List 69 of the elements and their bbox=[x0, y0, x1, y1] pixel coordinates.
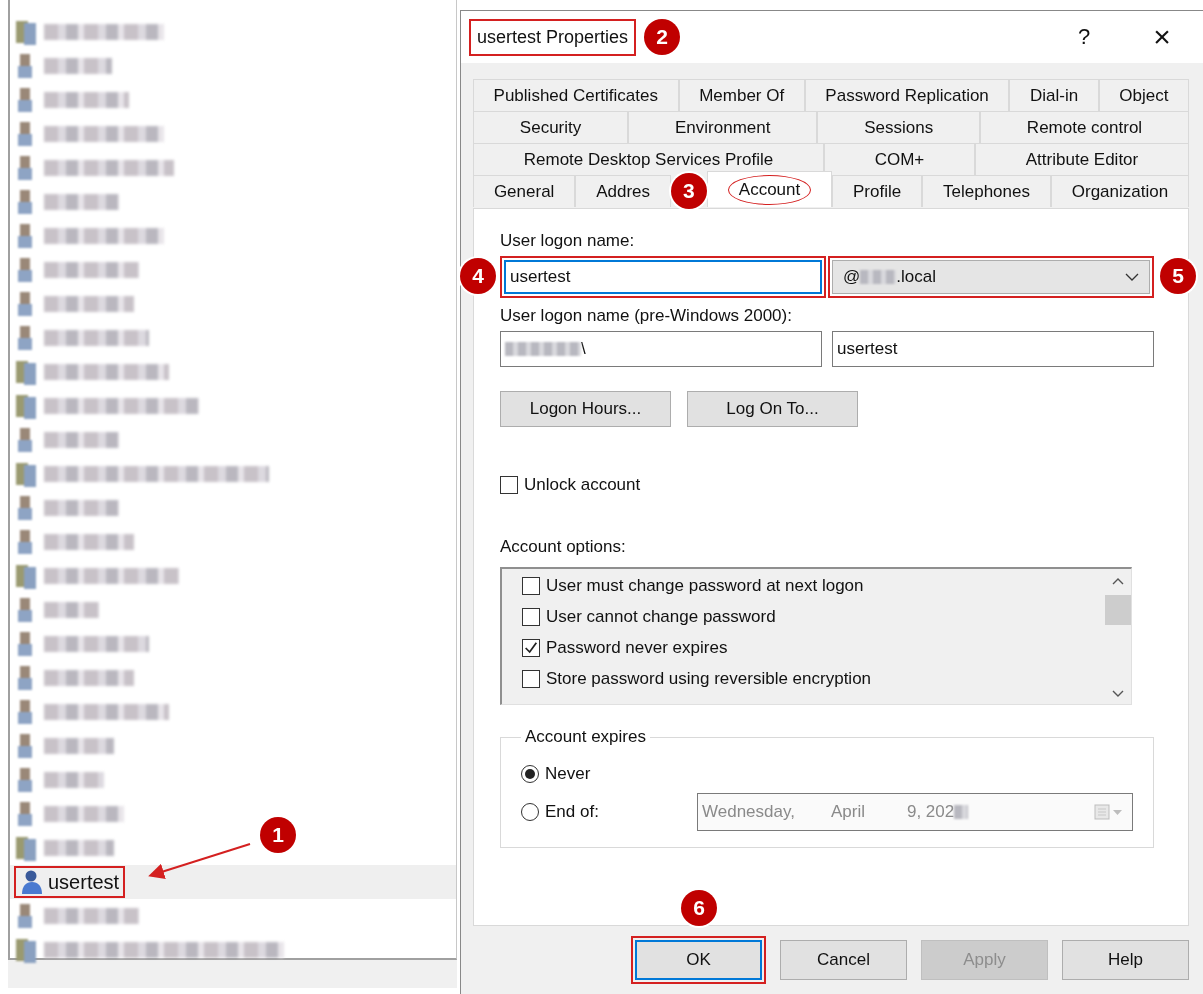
dialog-button[interactable]: Help bbox=[1062, 940, 1189, 980]
tab[interactable]: Addres bbox=[575, 175, 671, 207]
window-title: usertest Properties bbox=[477, 26, 629, 47]
help-button[interactable]: ? bbox=[1049, 14, 1119, 60]
step-badge: 5 bbox=[1160, 258, 1196, 294]
checkbox[interactable] bbox=[522, 608, 540, 626]
close-button[interactable]: × bbox=[1127, 14, 1197, 60]
blurred-text bbox=[44, 602, 99, 618]
radio-label: Never bbox=[545, 764, 592, 784]
radio-button[interactable] bbox=[521, 803, 539, 821]
field-label: User logon name (pre-Windows 2000): bbox=[500, 306, 793, 326]
blurred-text bbox=[44, 738, 114, 754]
chevron-down-icon[interactable] bbox=[1112, 690, 1124, 698]
tab[interactable]: Member Of bbox=[678, 79, 805, 111]
dialog-button[interactable]: Logon Hours... bbox=[500, 391, 671, 427]
chevron-down-icon bbox=[1125, 273, 1139, 281]
logon-name-field[interactable]: usertest bbox=[504, 260, 822, 294]
group-title: Account expires bbox=[524, 727, 647, 747]
tab[interactable]: Remote Desktop Services Profile bbox=[473, 143, 824, 175]
tab[interactable]: COM+ bbox=[823, 143, 976, 175]
step-badge: 3 bbox=[670, 173, 707, 209]
calendar-dropdown-icon bbox=[1094, 804, 1124, 820]
pre2000-name-field[interactable]: usertest bbox=[832, 331, 1154, 367]
step-badge: 4 bbox=[460, 258, 496, 294]
field-label: Account options: bbox=[500, 537, 627, 557]
tab[interactable]: Security bbox=[473, 111, 629, 143]
checkbox[interactable] bbox=[500, 476, 518, 494]
tab[interactable]: Telephones bbox=[922, 175, 1051, 207]
blurred-text bbox=[954, 805, 969, 819]
chevron-up-icon[interactable] bbox=[1112, 577, 1124, 585]
tab[interactable]: Attribute Editor bbox=[975, 143, 1189, 175]
tree-item[interactable]: usertest bbox=[10, 865, 456, 899]
blurred-text bbox=[44, 58, 112, 74]
tab[interactable]: Sessions bbox=[817, 111, 980, 143]
tab[interactable]: Remote control bbox=[980, 111, 1189, 143]
dialog-button[interactable]: Log On To... bbox=[687, 391, 858, 427]
checkbox[interactable] bbox=[522, 577, 540, 595]
blurred-text bbox=[44, 840, 114, 856]
blurred-text bbox=[44, 772, 104, 788]
tab[interactable]: Published Certificates bbox=[473, 79, 679, 111]
tab[interactable]: Dial-in bbox=[1009, 79, 1099, 111]
checkbox-label: User must change password at next logon bbox=[546, 576, 864, 596]
tab[interactable]: Password Replication bbox=[804, 79, 1010, 111]
step-badge: 6 bbox=[681, 890, 717, 926]
checkbox-label: Store password using reversible encryption bbox=[546, 669, 872, 689]
checkbox-label: User cannot change password bbox=[546, 607, 776, 627]
tab[interactable]: Organization bbox=[1050, 175, 1190, 207]
radio-button[interactable] bbox=[521, 765, 539, 783]
tab[interactable]: Environment bbox=[628, 111, 818, 143]
dialog-button[interactable]: OK bbox=[635, 940, 762, 980]
item-label: usertest bbox=[48, 870, 120, 894]
tab[interactable]: Account bbox=[706, 171, 833, 207]
domain-dropdown[interactable]: @ .local bbox=[832, 260, 1150, 294]
scroll-thumb[interactable] bbox=[1105, 595, 1131, 625]
user-icon bbox=[20, 869, 44, 895]
radio-label: End of: bbox=[545, 802, 600, 822]
tab[interactable]: General bbox=[473, 175, 576, 207]
checkbox[interactable] bbox=[522, 670, 540, 688]
checkbox-label: Password never expires bbox=[546, 638, 728, 658]
tab[interactable]: Object bbox=[1098, 79, 1190, 111]
dialog-button[interactable]: Cancel bbox=[780, 940, 907, 980]
domain-prefix-field[interactable]: \ bbox=[500, 331, 822, 367]
field-label: User logon name: bbox=[500, 231, 636, 251]
step-badge: 1 bbox=[260, 817, 296, 853]
checkbox-label: Unlock account bbox=[524, 475, 641, 495]
checkbox[interactable] bbox=[522, 639, 540, 657]
blurred-text bbox=[860, 270, 897, 284]
step-badge: 2 bbox=[644, 19, 681, 55]
tab[interactable]: Profile bbox=[832, 175, 923, 207]
